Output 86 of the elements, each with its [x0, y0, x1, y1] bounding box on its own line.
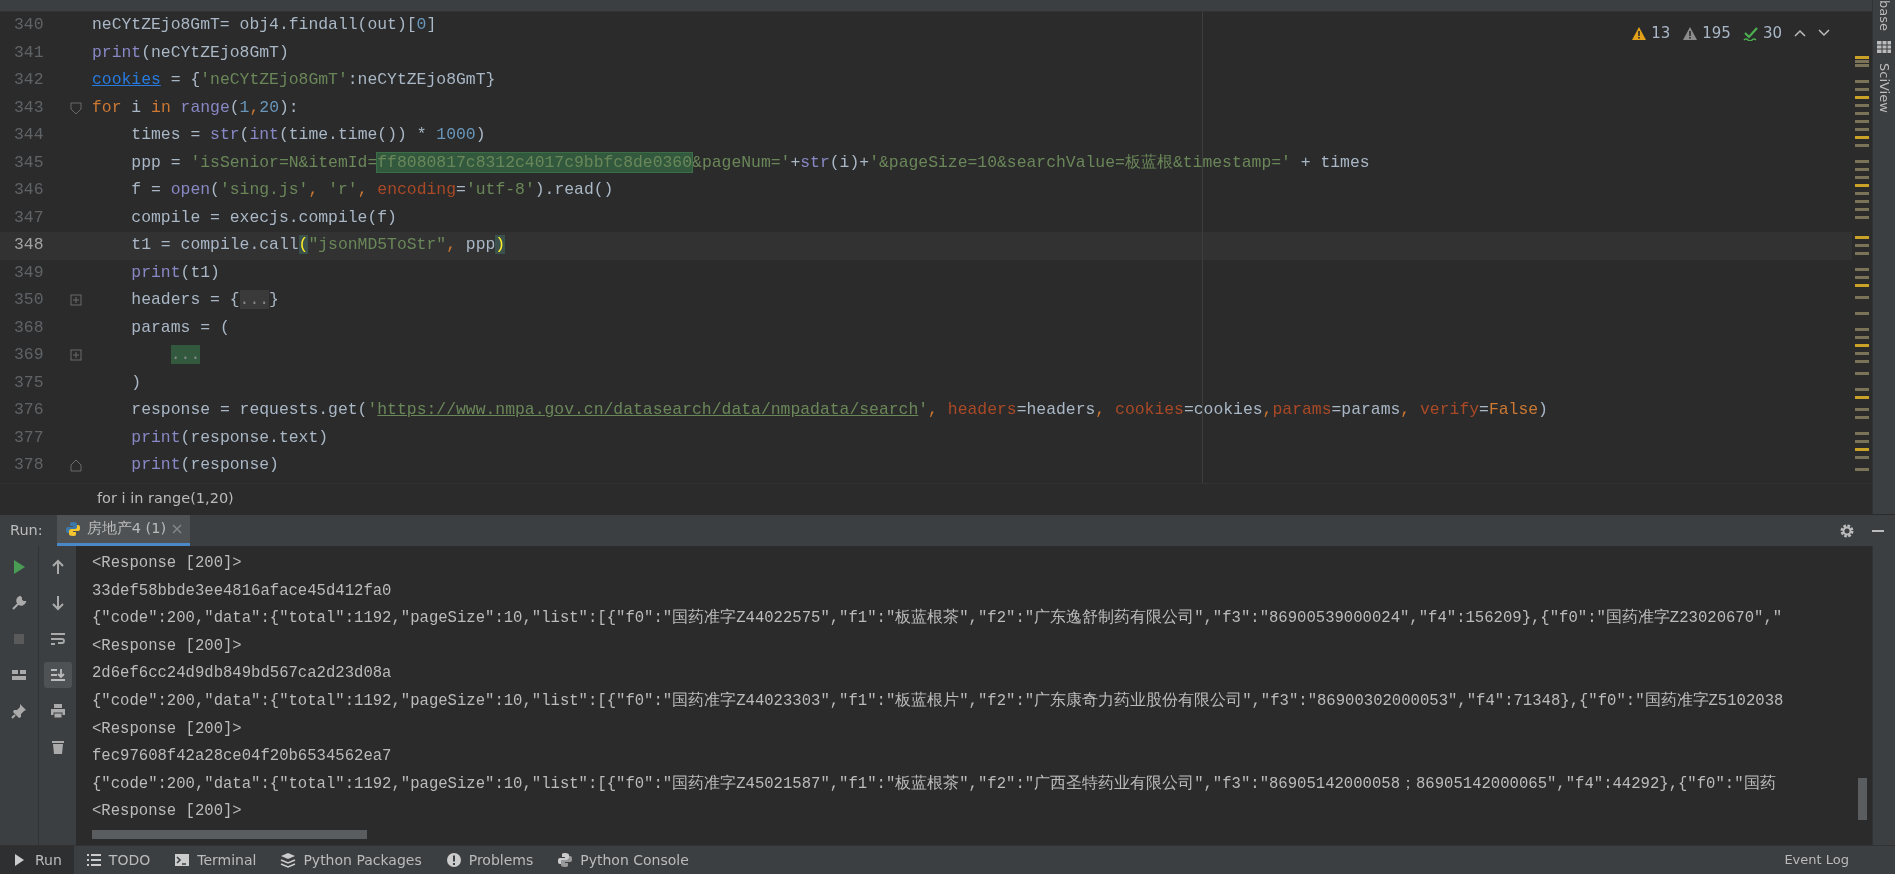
output-line: <Response [200]>: [92, 635, 243, 657]
print-icon: [49, 703, 66, 719]
play-icon: [11, 559, 27, 575]
layers-icon: [280, 852, 297, 868]
line-number: 369: [14, 344, 44, 367]
code-line: print(response): [130, 454, 279, 477]
warning-icon: [1682, 25, 1699, 41]
output-line: 2d6ef6cc24d9db849bd567ca2d23d08a: [92, 663, 393, 685]
line-number: 347: [14, 206, 44, 229]
line-number: 378: [14, 454, 44, 477]
code-line: neCYtZEjo8GmT= obj4.findall(out)[0]: [91, 14, 437, 37]
list-icon: [85, 852, 102, 868]
line-number: 368: [14, 316, 44, 339]
code-line: params = (: [130, 316, 230, 339]
pin-icon: [11, 703, 27, 719]
trash-icon: [49, 739, 66, 755]
soft-wrap-icon: [49, 631, 66, 647]
line-number: 350: [14, 289, 44, 312]
tool-window-tab[interactable]: Python Packages: [268, 846, 434, 874]
code-line: times = str(int(time.time()) * 1000): [130, 124, 486, 147]
fold-marker-icon[interactable]: [70, 101, 82, 115]
python-icon: [64, 521, 81, 537]
scroll-to-end-button[interactable]: [43, 662, 72, 688]
code-line: f = open('sing.js', 'r', encoding='utf-8').read(): [130, 179, 614, 202]
output-line: <Response [200]>: [92, 553, 243, 574]
line-number: 348: [14, 234, 44, 257]
line-number: 343: [14, 96, 44, 119]
chevron-down-icon[interactable]: [1818, 29, 1830, 38]
settings-icon[interactable]: [1839, 522, 1855, 539]
grid-icon: [1877, 41, 1891, 53]
tool-window-tab[interactable]: TODO: [73, 846, 163, 874]
line-number: 344: [14, 124, 44, 147]
line-number: 345: [14, 151, 44, 174]
line-number: 377: [14, 426, 44, 449]
tool-window-tab[interactable]: Terminal: [162, 846, 269, 874]
output-line: {"code":200,"data":{"total":1192,"pageSize":10,"list":[{"f0":"国药准字Z44023303","f1":"板蓝根片","f2":"广东康奇力药业股份有限公司","f3":"86900302000053","f4":71348},{"f0":"国药准字Z5102038: [92, 690, 1785, 712]
stop-icon: [11, 631, 27, 647]
line-number: 340: [14, 14, 44, 37]
run-config-tab[interactable]: 房地产4 (1): [56, 515, 191, 546]
output-line: <Response [200]>: [92, 718, 243, 740]
code-line: cookies = {'neCYtZEjo8GmT':neCYtZEjo8GmT}: [91, 69, 496, 92]
output-line: 33def58bbde3ee4816aface45d412fa0: [92, 580, 393, 602]
inspection-count: 30: [1762, 23, 1782, 44]
tool-window-tab[interactable]: Problems: [433, 846, 546, 874]
output-line: {"code":200,"data":{"total":1192,"pageSize":10,"list":[{"f0":"国药准字Z44022575","f1":"板蓝根茶","f2":"广东逸舒制药有限公司","f3":"86900539000024","f4":156209},{"f0":"国药准字Z23020670",": [92, 607, 1784, 630]
line-number: 375: [14, 371, 44, 394]
line-number: 342: [14, 69, 44, 92]
line-number: 346: [14, 179, 44, 202]
terminal-icon: [174, 852, 191, 868]
inspection-count: 195: [1702, 23, 1731, 44]
code-line: response = requests.get('https://www.nmpa.gov.cn/datasearch/data/nmpadata/search', headers=headers, cookies=cookies,params=params, verify=False): [130, 399, 1548, 422]
event-log-button[interactable]: Event Log: [1778, 849, 1855, 871]
line-number: 349: [14, 261, 44, 284]
line-number: 341: [14, 41, 44, 64]
scroll-to-end-icon: [49, 667, 66, 683]
scrollbar-thumb[interactable]: [1858, 778, 1867, 820]
code-line: print(t1): [130, 261, 220, 284]
down-arrow-icon: [49, 595, 66, 611]
code-line: t1 = compile.call("jsonMD5ToStr", ppp): [130, 234, 506, 257]
chevron-up-icon[interactable]: [1794, 29, 1806, 38]
code-line: print(neCYtZEjo8GmT): [91, 41, 289, 64]
alert-icon: [445, 852, 462, 868]
layout-icon: [11, 667, 27, 683]
line-number: 376: [14, 399, 44, 422]
check-icon: [1742, 25, 1759, 41]
code-line: ): [130, 371, 142, 394]
code-line: print(response.text): [130, 426, 329, 449]
code-line: compile = execjs.compile(f): [130, 206, 397, 229]
code-line: ppp = 'isSenior=N&itemId=ff8080817c8312c4017c9bbfc8de0360&pageNum='+str(i)+'&pageSize=10&searchValue=板蓝根&timestamp=' + times: [130, 151, 1370, 174]
output-line: <Response [200]>: [92, 801, 243, 823]
code-line: headers = {...}: [130, 289, 279, 312]
inspection-count: 13: [1651, 23, 1671, 44]
code-line: for i in range(1,20):: [91, 96, 299, 119]
breadcrumb[interactable]: for i in range(1,20): [97, 487, 234, 510]
wrench-icon: [11, 595, 27, 611]
tool-window-tab[interactable]: Python Console: [545, 846, 701, 874]
tool-window-tab[interactable]: Run: [0, 846, 74, 874]
side-tab[interactable]: base: [1874, 0, 1894, 31]
output-line: {"code":200,"data":{"total":1192,"pageSize":10,"list":[{"f0":"国药准字Z45021587","f1":"板蓝根茶","f2":"广西圣特药业有限公司","f3":"86905142000058；86905142000065","f4":44292},{"f0":"国药: [92, 773, 1777, 795]
panel-label: Run:: [10, 520, 43, 540]
python-icon: [557, 852, 574, 868]
side-tab[interactable]: SciView: [1874, 63, 1894, 113]
scrollbar-thumb[interactable]: [92, 830, 367, 839]
fold-marker-icon[interactable]: [70, 459, 82, 473]
warning-icon: [1631, 25, 1648, 41]
output-line: fec97608f42a28ce04f20b6534562ea7: [92, 746, 393, 768]
